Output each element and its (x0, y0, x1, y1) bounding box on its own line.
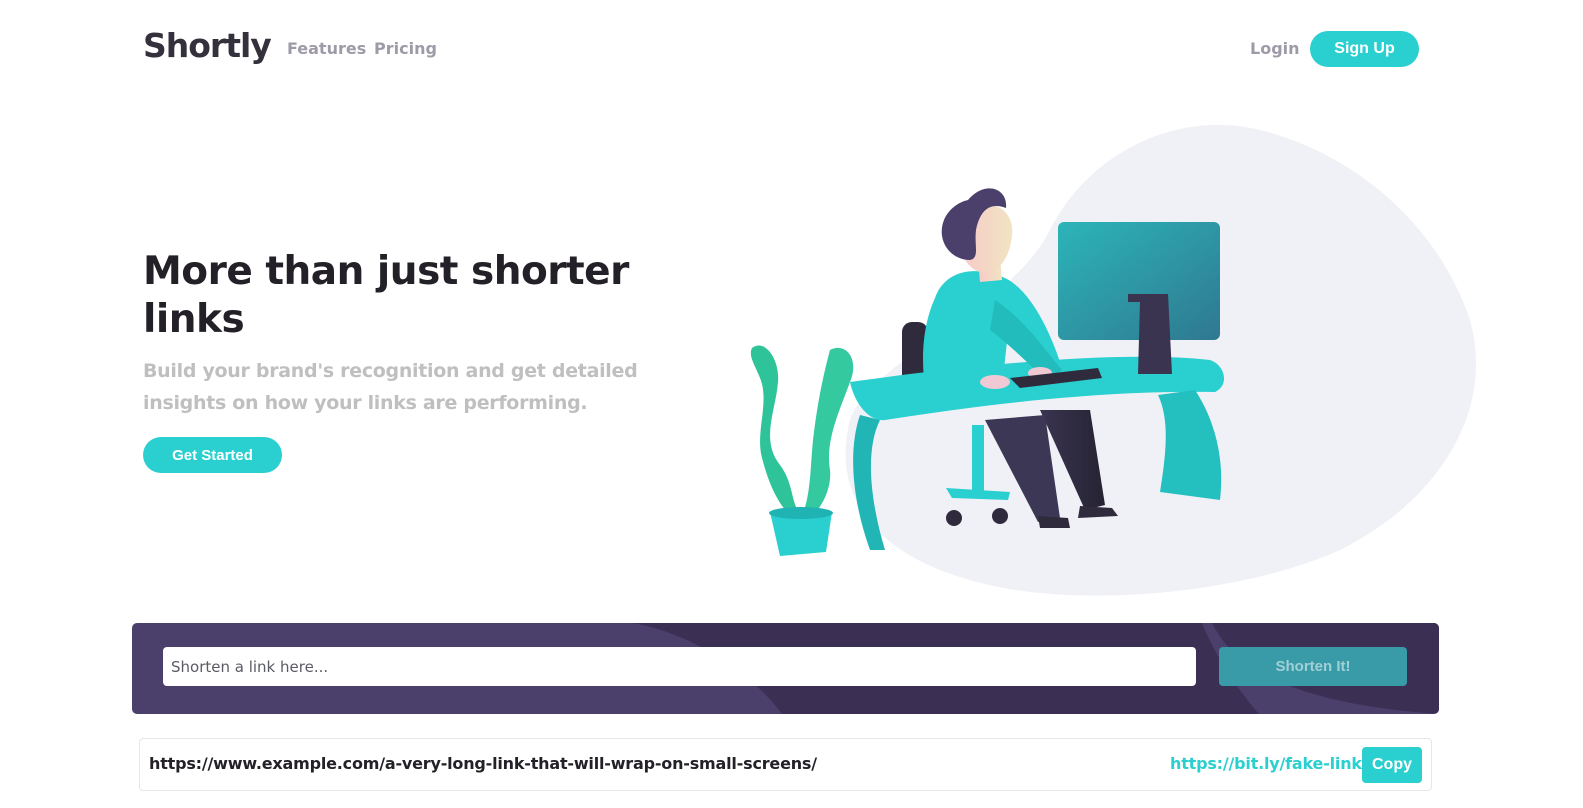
copy-button[interactable]: Copy (1362, 747, 1422, 783)
shorten-it-button[interactable]: Shorten It! (1219, 647, 1407, 686)
hero-title: More than just shorter links (143, 248, 663, 344)
nav-link-features[interactable]: Features (287, 39, 366, 58)
hero-subtitle: Build your brand's recognition and get d… (143, 355, 663, 419)
working-illustration (750, 124, 1477, 596)
hero-title-line-2: links (143, 297, 245, 342)
chair-post (972, 425, 984, 497)
monitor-screen (1058, 222, 1220, 340)
shorten-form: Shorten It! (132, 623, 1439, 714)
hero-title-line-1: More than just shorter (143, 249, 629, 294)
short-link[interactable]: https://bit.ly/fake-link (1170, 754, 1362, 773)
plant-pot-rim (769, 507, 833, 519)
chair-wheel-right (992, 508, 1008, 524)
hero-subtitle-line-2: insights on how your links are performin… (143, 392, 588, 414)
get-started-button[interactable]: Get Started (143, 437, 282, 473)
logo[interactable]: Shortly (143, 26, 272, 65)
hero-section: More than just shorter links Build your … (143, 248, 663, 419)
hero-subtitle-line-1: Build your brand's recognition and get d… (143, 360, 638, 382)
nav-link-pricing[interactable]: Pricing (374, 39, 437, 58)
plant-leaf-right (802, 347, 854, 518)
top-navigation: Shortly Features Pricing Login Sign Up (143, 26, 1419, 70)
plant-leaf-left (750, 345, 802, 518)
chair-wheel-left (946, 510, 962, 526)
login-link[interactable]: Login (1250, 39, 1300, 58)
signup-button[interactable]: Sign Up (1310, 31, 1419, 67)
shorten-link-input[interactable] (163, 647, 1196, 686)
person-hand-left (980, 375, 1010, 389)
original-link: https://www.example.com/a-very-long-link… (149, 754, 817, 773)
shortened-link-row: https://www.example.com/a-very-long-link… (139, 738, 1432, 791)
